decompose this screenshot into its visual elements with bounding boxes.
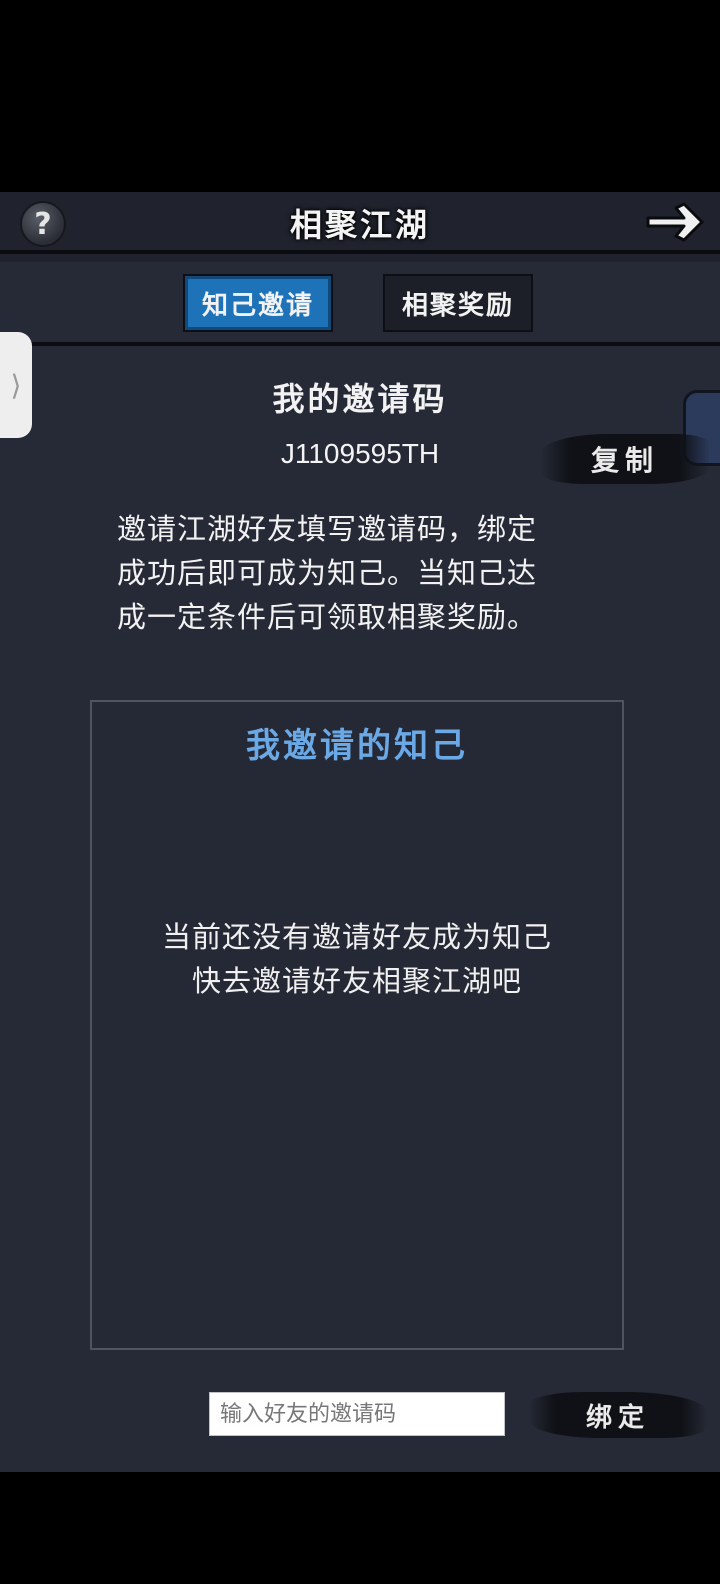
tab-friend-invite[interactable]: 知己邀请 <box>183 274 333 332</box>
copy-button[interactable]: 复制 <box>540 434 710 484</box>
invite-description: 邀请江湖好友填写邀请码，绑定 成功后即可成为知己。当知己达 成一定条件后可领取相… <box>117 507 617 639</box>
empty-state-line: 当前还没有邀请好友成为知己 <box>161 920 552 954</box>
bind-button[interactable]: 绑定 <box>528 1392 708 1438</box>
empty-state-line: 快去邀请好友相聚江湖吧 <box>191 964 522 998</box>
invited-friends-panel: 我邀请的知己 当前还没有邀请好友成为知己 快去邀请好友相聚江湖吧 <box>90 700 624 1350</box>
invited-friends-title: 我邀请的知己 <box>246 726 468 766</box>
description-line: 成功后即可成为知己。当知己达 <box>117 556 538 590</box>
my-invite-code-title: 我的邀请码 <box>272 380 448 418</box>
description-line: 邀请江湖好友填写邀请码，绑定 <box>117 512 538 546</box>
tabs-divider <box>30 342 720 346</box>
description-line: 成一定条件后可领取相聚奖励。 <box>117 600 538 634</box>
forward-button[interactable] <box>644 200 706 244</box>
header-ink-divider <box>0 250 720 254</box>
arrow-right-icon <box>646 202 704 242</box>
invite-screen: ? 相聚江湖 知己邀请 相聚奖励 ⟩ 我的邀请码 J1109595TH 复制 邀… <box>0 192 720 1472</box>
friend-code-input[interactable] <box>209 1392 505 1436</box>
page-title: 相聚江湖 <box>289 206 430 244</box>
tab-reunion-rewards[interactable]: 相聚奖励 <box>383 274 533 332</box>
